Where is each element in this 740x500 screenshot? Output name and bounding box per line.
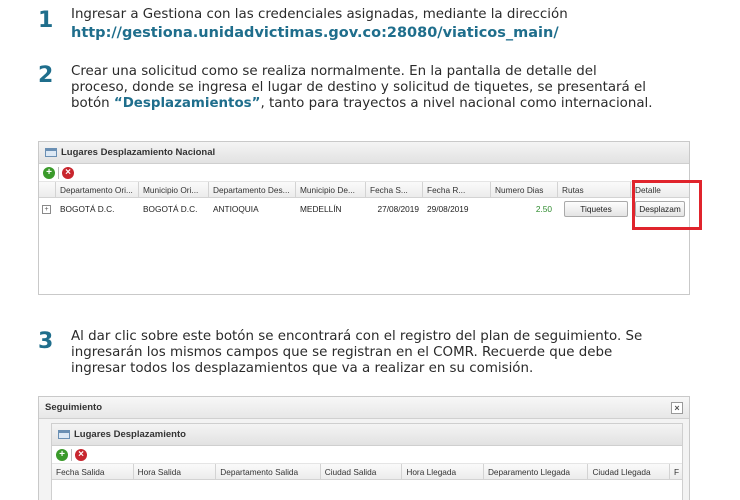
header-municipio-origen[interactable]: Municipio Ori... [139, 182, 209, 197]
step-2-line2: proceso, donde se ingresa el lugar de de… [71, 80, 646, 95]
inner-toolbar: + × [52, 446, 682, 464]
header-rutas[interactable]: Rutas [558, 182, 631, 197]
cell-departamento-destino: ANTIOQUIA [213, 204, 259, 214]
header-departamento-llegada[interactable]: Deparamento Llegada [484, 464, 589, 479]
window-icon [58, 430, 70, 439]
step-3-text: Al dar clic sobre este botón se encontra… [71, 329, 711, 377]
header-hora-llegada[interactable]: Hora Llegada [402, 464, 484, 479]
close-icon[interactable]: × [671, 401, 683, 414]
cell-departamento-origen: BOGOTÁ D.C. [60, 204, 115, 214]
inner-panel-header: Lugares Desplazamiento [52, 424, 682, 446]
tiquetes-button[interactable]: Tiquetes [564, 201, 628, 217]
inner-panel-title: Lugares Desplazamiento [74, 429, 186, 440]
window-icon [45, 148, 57, 157]
header-fecha-salida[interactable]: Fecha Salida [52, 464, 134, 479]
step-3-line1: Al dar clic sobre este botón se encontra… [71, 329, 643, 344]
step-number-3: 3 [38, 329, 54, 354]
header-fecha-salida[interactable]: Fecha S... [366, 182, 423, 197]
step-number-2: 2 [38, 63, 54, 88]
cell-municipio-origen: BOGOTÁ D.C. [143, 204, 198, 214]
lugares-panel: Lugares Desplazamiento + × Fecha Salida … [51, 423, 683, 500]
header-hora-salida[interactable]: Hora Salida [134, 464, 217, 479]
step-2-line3: botón “Desplazamientos”, tanto para tray… [71, 96, 653, 111]
step-3-line2: ingresarán los mismos campos que se regi… [71, 345, 613, 360]
grid-header: Departamento Ori... Municipio Ori... Dep… [39, 182, 689, 198]
desplazamientos-highlight: “Desplazamientos” [113, 96, 261, 111]
step-3-line3: ingresar todos los desplazamientos que v… [71, 361, 534, 376]
step-1-line1: Ingresar a Gestiona con las credenciales… [71, 7, 568, 22]
header-ciudad-llegada[interactable]: Ciudad Llegada [588, 464, 671, 479]
add-icon[interactable]: + [56, 448, 68, 461]
header-departamento-origen[interactable]: Departamento Ori... [56, 182, 139, 197]
step-2-text: Crear una solicitud como se realiza norm… [71, 64, 711, 112]
header-fecha-regreso[interactable]: Fecha R... [423, 182, 491, 197]
step-1-text: Ingresar a Gestiona con las credenciales… [71, 7, 711, 41]
table-row[interactable]: + BOGOTÁ D.C. BOGOTÁ D.C. ANTIOQUIA MEDE… [39, 198, 689, 220]
delete-icon[interactable]: × [75, 448, 87, 461]
screenshot-seguimiento: Seguimiento × Lugares Desplazamiento + ×… [38, 396, 690, 500]
delete-icon[interactable]: × [62, 166, 74, 179]
add-icon[interactable]: + [43, 166, 55, 179]
cell-numero-dias: 2.50 [535, 204, 552, 214]
cell-fecha-regreso: 29/08/2019 [427, 204, 469, 214]
header-numero-dias[interactable]: Numero Dias [491, 182, 558, 197]
expand-row-icon[interactable]: + [42, 204, 51, 214]
highlight-box [632, 180, 702, 230]
panel-header: Lugares Desplazamiento Nacional [39, 142, 689, 164]
gestiona-link[interactable]: http://gestiona.unidadvictimas.gov.co:28… [71, 25, 711, 41]
step-number-1: 1 [38, 8, 54, 33]
screenshot-lugares-nacional: Lugares Desplazamiento Nacional + × Depa… [38, 141, 690, 295]
step-2-line1: Crear una solicitud como se realiza norm… [71, 64, 597, 79]
header-extra[interactable]: F [670, 464, 682, 479]
toolbar-divider [71, 448, 72, 461]
header-expand-col [39, 182, 56, 197]
dialog-title: Seguimiento [45, 402, 103, 413]
header-ciudad-salida[interactable]: Ciudad Salida [321, 464, 403, 479]
dialog-titlebar: Seguimiento × [39, 397, 689, 419]
toolbar-divider [58, 166, 59, 179]
cell-fecha-salida: 27/08/2019 [377, 204, 419, 214]
cell-municipio-destino: MEDELLÍN [300, 204, 342, 214]
inner-grid-header: Fecha Salida Hora Salida Departamento Sa… [52, 464, 682, 480]
header-departamento-salida[interactable]: Departamento Salida [216, 464, 321, 479]
header-municipio-destino[interactable]: Municipio De... [296, 182, 366, 197]
header-departamento-destino[interactable]: Departamento Des... [209, 182, 296, 197]
panel-title: Lugares Desplazamiento Nacional [61, 147, 216, 158]
grid-toolbar: + × [39, 164, 689, 182]
